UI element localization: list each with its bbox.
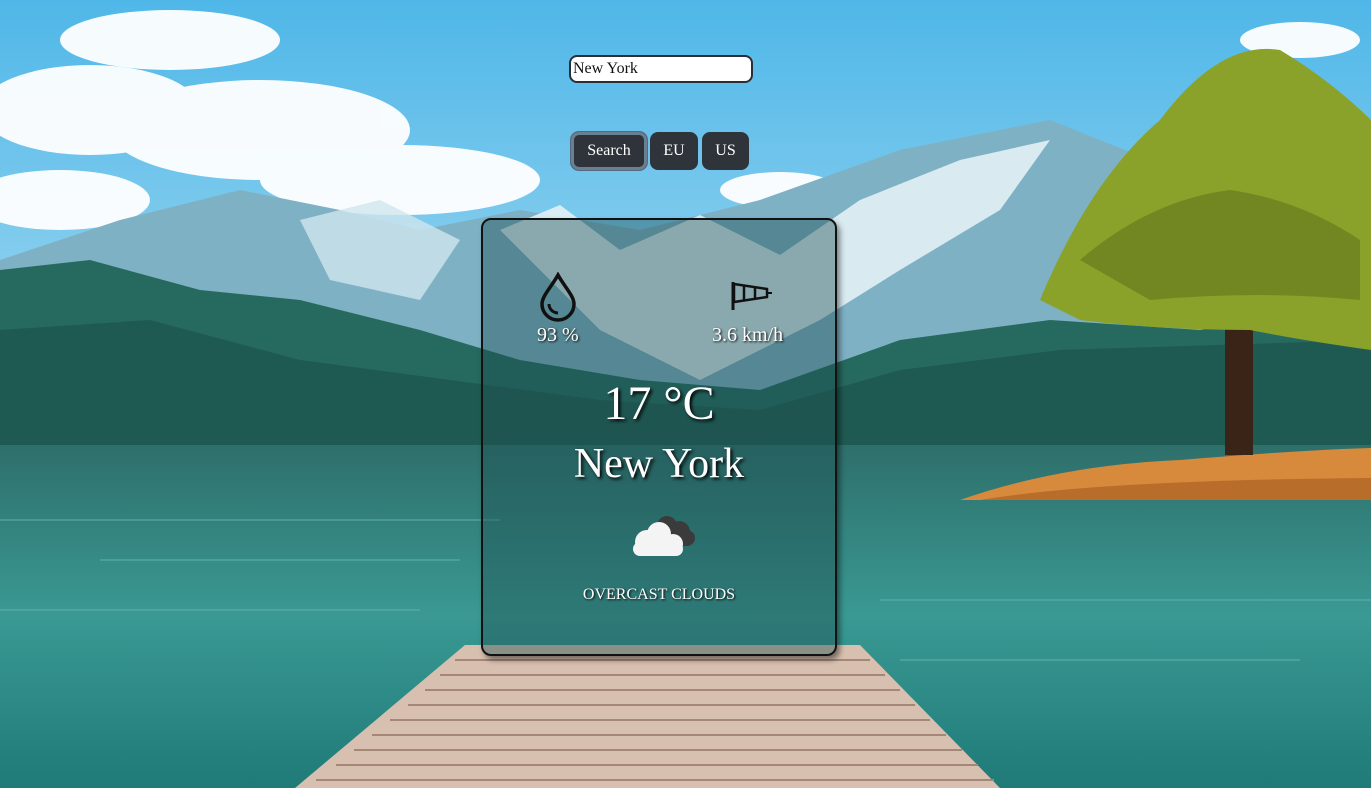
- search-button[interactable]: Search: [571, 132, 647, 170]
- city-name: New York: [573, 441, 745, 487]
- us-units-button[interactable]: US: [702, 132, 749, 170]
- search-input[interactable]: [569, 55, 753, 83]
- eu-units-button[interactable]: EU: [650, 132, 698, 170]
- water-drop-icon: [540, 272, 576, 322]
- overcast-clouds-icon: [633, 516, 695, 556]
- humidity-value: 93 %: [537, 324, 579, 346]
- weather-card: 93 % 3.6 km/h 17 °C New York OVERCAST CL…: [481, 218, 837, 656]
- wind-speed-value: 3.6 km/h: [712, 324, 784, 346]
- windsock-icon: [731, 282, 772, 310]
- temperature-value: 17 °C: [603, 377, 715, 430]
- weather-description: OVERCAST CLOUDS: [582, 586, 736, 603]
